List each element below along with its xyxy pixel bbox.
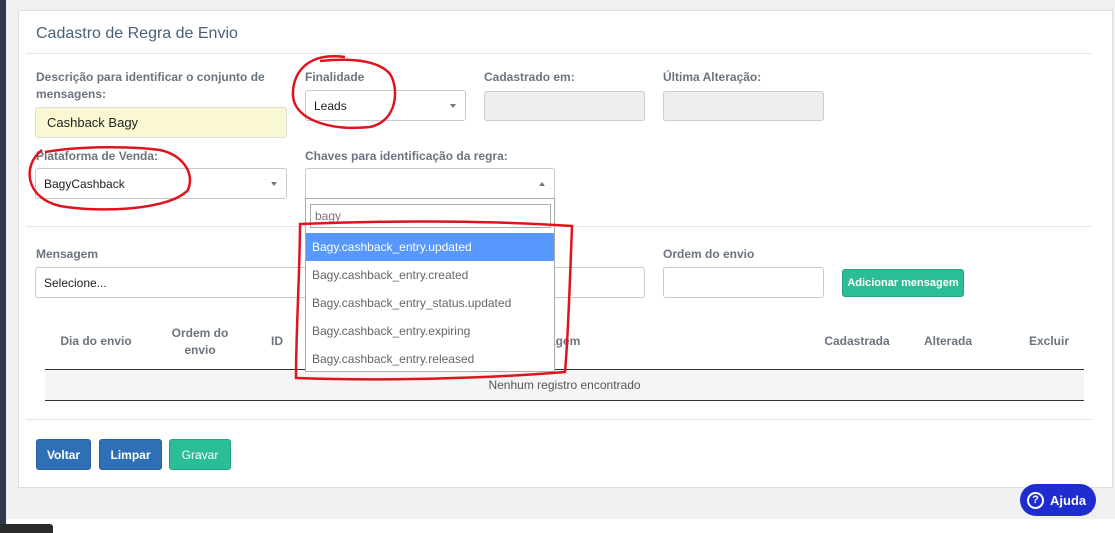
plataforma-value: BagyCashback <box>44 176 125 191</box>
col-ordem-envio: Ordem do envio <box>171 326 229 357</box>
gravar-button[interactable]: Gravar <box>169 439 231 470</box>
page-footer-area <box>6 519 1115 533</box>
finalidade-value: Leads <box>314 98 347 113</box>
dropdown-option[interactable]: Bagy.cashback_entry.released <box>306 345 554 373</box>
descricao-value: Cashback Bagy <box>47 115 139 130</box>
finalidade-label: Finalidade <box>305 70 365 84</box>
dropdown-option[interactable]: Bagy.cashback_entry.created <box>306 261 554 289</box>
ultima-alteracao-field <box>663 91 824 121</box>
col-mensagem: agem <box>549 334 581 348</box>
ajuda-button[interactable]: ? Ajuda <box>1020 484 1096 516</box>
dropdown-search-input[interactable]: bagy <box>310 204 551 228</box>
finalidade-select[interactable]: Leads <box>305 90 466 121</box>
question-circle-icon: ? <box>1027 491 1044 509</box>
chevron-up-icon <box>539 181 545 186</box>
tooltip-fragment <box>0 524 53 533</box>
chaves-dropdown: bagy Bagy.cashback_entry.updated Bagy.ca… <box>305 198 555 372</box>
dropdown-options: Bagy.cashback_entry.updated Bagy.cashbac… <box>306 233 554 373</box>
voltar-button[interactable]: Voltar <box>36 439 91 470</box>
ajuda-label: Ajuda <box>1050 492 1087 508</box>
col-cadastrada: Cadastrada <box>824 334 890 348</box>
page-title: Cadastro de Regra de Envio <box>36 25 238 42</box>
cadastrado-em-label: Cadastrado em: <box>484 70 575 84</box>
col-id: ID <box>271 334 283 348</box>
ultima-alteracao-label: Última Alteração: <box>663 70 762 84</box>
mensagem-label: Mensagem <box>36 247 99 261</box>
chevron-down-icon <box>450 103 456 108</box>
descricao-label: Descrição para identificar o conjunto de… <box>36 70 265 101</box>
limpar-button[interactable]: Limpar <box>99 439 162 470</box>
table-empty-row: Nenhum registro encontrado <box>45 369 1084 401</box>
chevron-down-icon <box>271 181 277 186</box>
chaves-select[interactable] <box>305 168 555 199</box>
ordem-envio-label: Ordem do envio <box>663 247 755 261</box>
col-dia-envio: Dia do envio <box>60 334 132 348</box>
adicionar-mensagem-button[interactable]: Adicionar mensagem <box>842 269 964 297</box>
col-excluir: Excluir <box>1028 334 1070 348</box>
plataforma-label: Plataforma de Venda: <box>36 149 159 163</box>
cadastrado-em-field <box>484 91 645 121</box>
chaves-label: Chaves para identificação da regra: <box>305 149 508 163</box>
plataforma-select[interactable]: BagyCashback <box>35 168 287 199</box>
dropdown-option[interactable]: Bagy.cashback_entry_status.updated <box>306 289 554 317</box>
empty-message: Nenhum registro encontrado <box>488 378 641 392</box>
col-alterada: Alterada <box>923 334 973 348</box>
descricao-input[interactable]: Cashback Bagy <box>35 107 287 138</box>
dropdown-option[interactable]: Bagy.cashback_entry.expiring <box>306 317 554 345</box>
dropdown-option[interactable]: Bagy.cashback_entry.updated <box>306 233 554 261</box>
left-sidebar-strip <box>0 0 6 533</box>
ordem-envio-input[interactable] <box>663 267 824 298</box>
mensagem-value: Selecione... <box>44 275 107 290</box>
section-divider <box>26 226 1092 227</box>
footer-divider <box>26 419 1092 420</box>
title-divider <box>26 53 1092 54</box>
